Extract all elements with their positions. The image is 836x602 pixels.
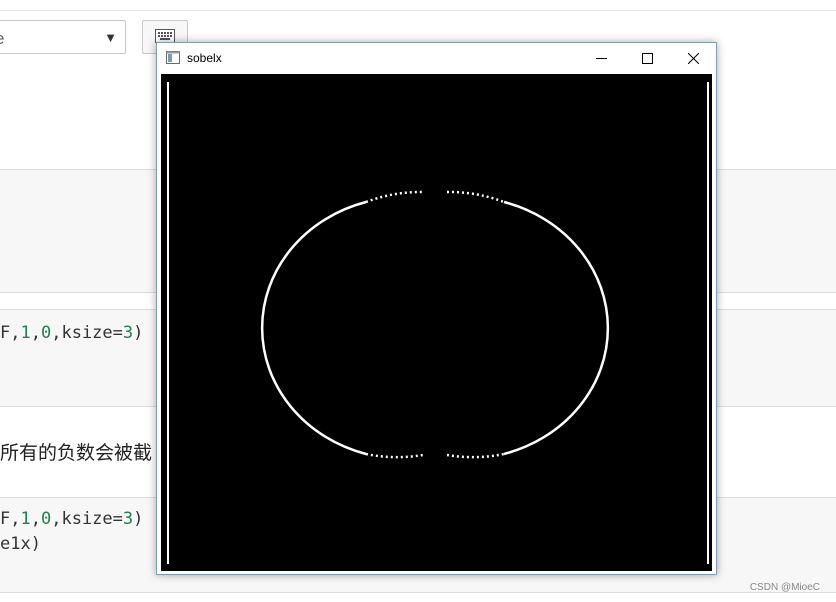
sobelx-window[interactable]: sobelx: [156, 42, 717, 575]
window-titlebar[interactable]: sobelx: [157, 43, 716, 73]
code-line-1: F,1,0,ksize=3): [0, 323, 144, 343]
minimize-button[interactable]: [578, 43, 624, 73]
chevron-down-icon: ▼: [104, 30, 117, 45]
cell-type-value: e: [0, 29, 4, 49]
cell-type-dropdown[interactable]: e ▼: [0, 20, 126, 54]
sobel-circle-edge: [260, 190, 610, 459]
maximize-button[interactable]: [624, 43, 670, 73]
app-window-icon: [166, 51, 180, 64]
window-title: sobelx: [187, 51, 222, 65]
watermark: CSDN @MioeC: [749, 582, 820, 593]
maximize-icon: [642, 53, 653, 64]
close-icon: [688, 53, 699, 64]
code-line-2: F,1,0,ksize=3): [0, 509, 144, 529]
image-canvas: [161, 74, 712, 571]
minimize-icon: [596, 58, 607, 59]
code-line-3: e1x): [0, 534, 41, 554]
markdown-text: 所有的负数会被截: [0, 443, 153, 464]
close-button[interactable]: [670, 43, 716, 73]
